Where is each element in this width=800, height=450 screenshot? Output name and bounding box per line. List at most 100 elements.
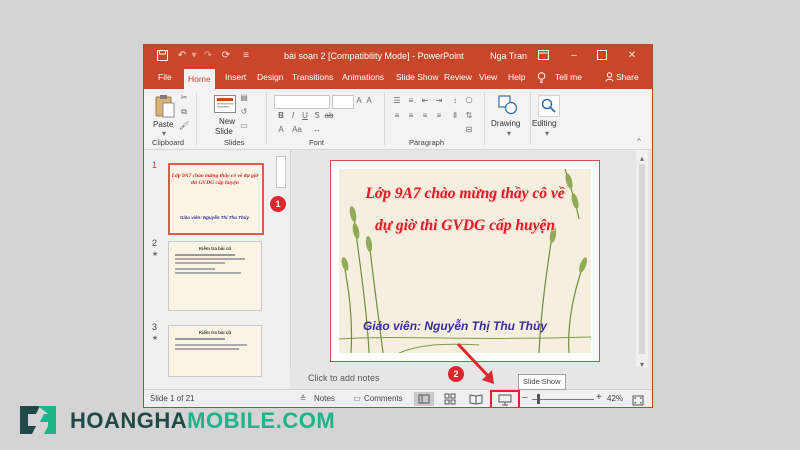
smartart-icon[interactable]: ⎔ [464,96,474,106]
chevron-down-icon[interactable]: ▾ [504,129,514,139]
tab-help[interactable]: Help [508,72,525,82]
share-icon[interactable] [605,72,614,84]
zoom-out-icon[interactable]: – [522,392,528,403]
reset-icon[interactable]: ↺ [239,107,249,117]
normal-view-icon[interactable] [414,392,434,406]
window-title: bài soạn 2 [Compatibility Mode] - PowerP… [284,51,464,61]
cut-icon[interactable]: ✂ [179,93,189,103]
copy-icon[interactable]: ⧉ [179,107,189,117]
drawing-icon[interactable] [498,95,518,115]
slide-thumbnail-1[interactable]: Lớp 9A7 chào mừng thầy cô về dự giờ thi … [168,163,264,235]
chevron-down-icon[interactable]: ▾ [188,50,200,62]
zoom-in-icon[interactable]: + [596,392,602,403]
ribbon-display-icon[interactable] [537,50,549,62]
paste-icon[interactable] [154,94,176,118]
slide-thumbnail-2[interactable]: Kiểm tra bài cũ [168,241,262,311]
layout-icon[interactable]: ▤ [239,93,249,103]
tab-home[interactable]: Home [184,69,215,89]
shadow-icon[interactable]: S [312,111,322,121]
slide-title-line-1[interactable]: Lớp 9A7 chào mừng thầy cô về [339,185,591,203]
tab-insert[interactable]: Insert [225,72,246,82]
tab-share[interactable]: Share [616,72,639,82]
slideshow-view-icon[interactable] [490,390,520,407]
undo-icon[interactable]: ↶ [176,50,188,62]
paste-label[interactable]: Paste [153,120,173,129]
decrease-indent-icon[interactable]: ⇤ [420,96,430,106]
text-direction-icon[interactable]: ⇅ [464,111,474,121]
underline-icon[interactable]: U [300,111,310,121]
close-icon[interactable]: ✕ [626,50,638,62]
comments-button[interactable]: Comments [364,394,403,403]
tab-design[interactable]: Design [257,72,283,82]
comments-icon[interactable]: ▭ [352,394,362,404]
editing-label[interactable]: Editing [532,119,556,128]
slide-thumbnail-3[interactable]: Kiểm tra bài cũ [168,325,262,377]
tab-slide-show[interactable]: Slide Show [396,72,439,82]
grow-font-icon[interactable]: A [354,96,364,106]
character-spacing-icon[interactable]: ↔ [312,125,322,135]
format-painter-icon[interactable]: 🖌 [179,121,189,131]
slide-teacher-name[interactable]: Giáo viên: Nguyễn Thị Thu Thủy [363,319,547,333]
user-name[interactable]: Nga Tran [490,51,527,61]
tab-view[interactable]: View [479,72,497,82]
minimize-icon[interactable]: – [568,50,580,62]
notes-button[interactable]: Notes [314,394,335,403]
notes-icon[interactable]: ≙ [298,394,308,404]
thumb-title: Kiểm tra bài cũ [198,330,232,335]
thumb-text-line [175,258,245,260]
editing-icon[interactable] [538,95,560,117]
zoom-slider[interactable] [532,399,594,400]
font-size-select[interactable] [332,95,354,109]
new-slide-label-1[interactable]: New [219,117,235,126]
slide-count: Slide 1 of 21 [150,394,195,403]
bullets-icon[interactable]: ☰ [392,96,402,106]
thumbnail-scrollbar[interactable] [276,156,286,188]
tab-tell-me[interactable]: Tell me [555,72,582,82]
fit-to-window-icon[interactable] [632,393,644,406]
increase-indent-icon[interactable]: ⇥ [434,96,444,106]
justify-icon[interactable]: ≡ [434,111,444,121]
chevron-down-icon[interactable]: ▾ [542,129,552,139]
tab-file[interactable]: File [158,72,172,82]
numbering-icon[interactable]: ≡ [406,96,416,106]
reading-view-icon[interactable] [466,392,486,406]
align-text-icon[interactable]: ⊟ [464,125,474,135]
scroll-up-icon[interactable]: ▴ [637,154,647,164]
group-divider [266,93,267,145]
font-family-select[interactable] [274,95,330,109]
save-icon[interactable] [156,50,168,62]
vertical-scrollbar[interactable]: ▴ ▾ ⇞ ⇟ [636,150,648,389]
thumb-text-line [175,268,215,270]
collapse-ribbon-icon[interactable]: ^ [634,137,644,147]
align-right-icon[interactable]: ≡ [420,111,430,121]
callout-arrow [456,342,494,384]
tab-transitions[interactable]: Transitions [292,72,333,82]
customize-icon[interactable]: ≡ [240,50,252,62]
redo-icon[interactable]: ↷ [202,50,214,62]
line-spacing-icon[interactable]: ↕ [450,96,460,106]
slide-sorter-icon[interactable] [440,392,460,406]
tab-review[interactable]: Review [444,72,472,82]
section-icon[interactable]: ▭ [239,121,249,131]
slide-title-line-2[interactable]: dự giờ thi GVDG cấp huyện [339,217,591,235]
current-slide[interactable]: Lớp 9A7 chào mừng thầy cô về dự giờ thi … [330,160,600,362]
font-color-icon[interactable]: A [276,125,286,135]
zoom-level[interactable]: 42% [607,394,623,403]
tab-animations[interactable]: Animations [342,72,384,82]
align-center-icon[interactable]: ≡ [406,111,416,121]
new-slide-icon[interactable] [214,95,236,113]
maximize-icon[interactable] [596,50,608,62]
align-left-icon[interactable]: ≡ [392,111,402,121]
drawing-label[interactable]: Drawing [491,119,520,128]
notes-placeholder[interactable]: Click to add notes [308,373,380,383]
bold-icon[interactable]: B [276,111,286,121]
shrink-font-icon[interactable]: A [364,96,374,106]
change-case-icon[interactable]: Aa [292,125,302,135]
zoom-slider-handle[interactable] [537,394,540,404]
strikethrough-icon[interactable]: ab [324,111,334,121]
scroll-thumb[interactable] [639,164,645,354]
columns-icon[interactable]: ⫴ [450,111,460,121]
present-icon[interactable]: ⟳ [220,50,232,62]
new-slide-label-2[interactable]: Slide [215,127,233,136]
italic-icon[interactable]: I [288,111,298,121]
